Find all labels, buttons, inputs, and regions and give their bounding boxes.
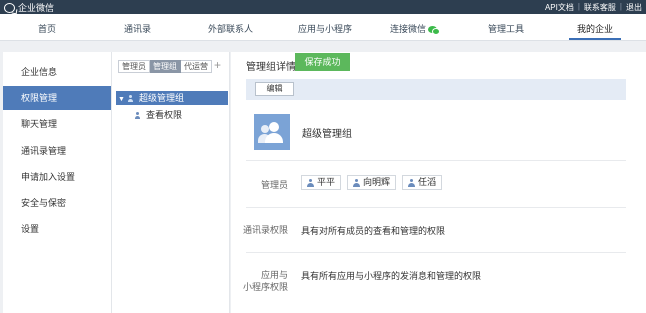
admin-tag[interactable]: 向明辉 [347,175,397,190]
divider [246,252,626,253]
sidebar-item-company-info[interactable]: 企业信息 [3,60,111,84]
nav-apps[interactable]: 应用与小程序 [298,22,352,35]
separator: | [577,2,580,11]
divider [246,207,626,208]
person-icon [353,178,361,187]
api-docs-link[interactable]: API文档 [545,2,574,13]
nav-external-contacts[interactable]: 外部联系人 [208,22,253,35]
separator: | [619,2,622,11]
group-name: 超级管理组 [302,128,352,140]
save-success-toast: 保存成功 [295,53,350,71]
admin-name: 平平 [317,177,336,187]
apps-permission-value: 具有所有应用与小程序的发消息和管理的权限 [301,271,482,281]
main-nav: 首页 通讯录 外部联系人 应用与小程序 连接微信 管理工具 我的企业 [0,14,646,41]
admins-list: 平平 向明辉 任滔 [301,175,443,190]
person-icon [307,178,314,187]
tab-operators[interactable]: 代运营 [181,60,212,73]
sidebar-item-security[interactable]: 安全与保密 [3,191,111,215]
sidebar-item-settings[interactable]: 设置 [3,217,111,241]
tree-node-label: 查看权限 [146,110,183,120]
support-link[interactable]: 联系客服 [584,2,616,13]
admin-name: 向明辉 [363,177,391,187]
admin-tag[interactable]: 平平 [301,175,342,190]
nav-home[interactable]: 首页 [38,22,56,35]
sidebar-item-chat[interactable]: 聊天管理 [3,112,111,136]
tab-admins[interactable]: 管理员 [118,60,150,73]
nav-tools[interactable]: 管理工具 [488,22,524,35]
person-icon [408,178,416,187]
expand-caret-icon[interactable]: ▼ [118,93,125,107]
group-tree-panel: 管理员 管理组 代运营 + ▼ 超级管理组 查看权限 [111,52,230,313]
tree-node-label: 超级管理组 [138,93,184,103]
admin-name: 任滔 [418,177,437,187]
nav-connect-wechat-label: 连接微信 [390,24,427,34]
group-icon [127,95,136,102]
group-header: 超级管理组 [254,114,352,150]
group-avatar [254,114,290,150]
sidebar-item-join-settings[interactable]: 申请加入设置 [3,165,111,189]
admin-tag[interactable]: 任滔 [402,175,443,190]
wework-logo-icon [4,2,15,13]
edit-button[interactable]: 编辑 [255,82,294,96]
apps-permission-label-line2: 小程序权限 [242,282,288,292]
wechat-icon [428,26,441,35]
brand-name: 企业微信 [18,3,55,13]
nav-contacts[interactable]: 通讯录 [124,22,151,35]
sidebar: 企业信息 权限管理 聊天管理 通讯录管理 申请加入设置 安全与保密 设置 [3,52,111,313]
group-detail-panel: 管理组详情 保存成功 编辑 超级管理组 管理员 平平 向明辉 任滔 通讯录权限 … [231,52,646,313]
contacts-permission-label: 通讯录权限 [242,225,288,235]
add-icon[interactable]: + [214,59,221,71]
tree-tabs: 管理员 管理组 代运营 [118,60,212,73]
tree-node-super-admin[interactable]: ▼ 超级管理组 [116,91,228,105]
detail-toolbar: 编辑 [246,79,626,100]
nav-connect-wechat[interactable]: 连接微信 [390,22,441,35]
apps-permission-label: 应用与 小程序权限 [243,269,288,293]
brand[interactable]: 企业微信 [4,1,54,14]
admins-label: 管理员 [260,180,288,190]
tab-admin-groups[interactable]: 管理组 [150,60,181,73]
sidebar-item-contacts[interactable]: 通讯录管理 [3,139,111,163]
page-title: 管理组详情 [246,62,296,73]
apps-permission-label-line1: 应用与 [260,270,288,280]
group-icon [135,112,143,119]
contacts-permission-value: 具有对所有成员的查看和管理的权限 [301,226,446,236]
top-links: API文档 | 联系客服 | 退出 [545,2,642,13]
nav-my-company[interactable]: 我的企业 [577,22,613,35]
logout-link[interactable]: 退出 [626,2,642,13]
top-bar: 企业微信 API文档 | 联系客服 | 退出 [0,0,646,14]
nav-active-indicator [569,38,621,40]
divider [246,160,626,161]
tree-node-view-permission[interactable]: 查看权限 [116,108,228,122]
sidebar-item-permissions[interactable]: 权限管理 [3,86,111,110]
